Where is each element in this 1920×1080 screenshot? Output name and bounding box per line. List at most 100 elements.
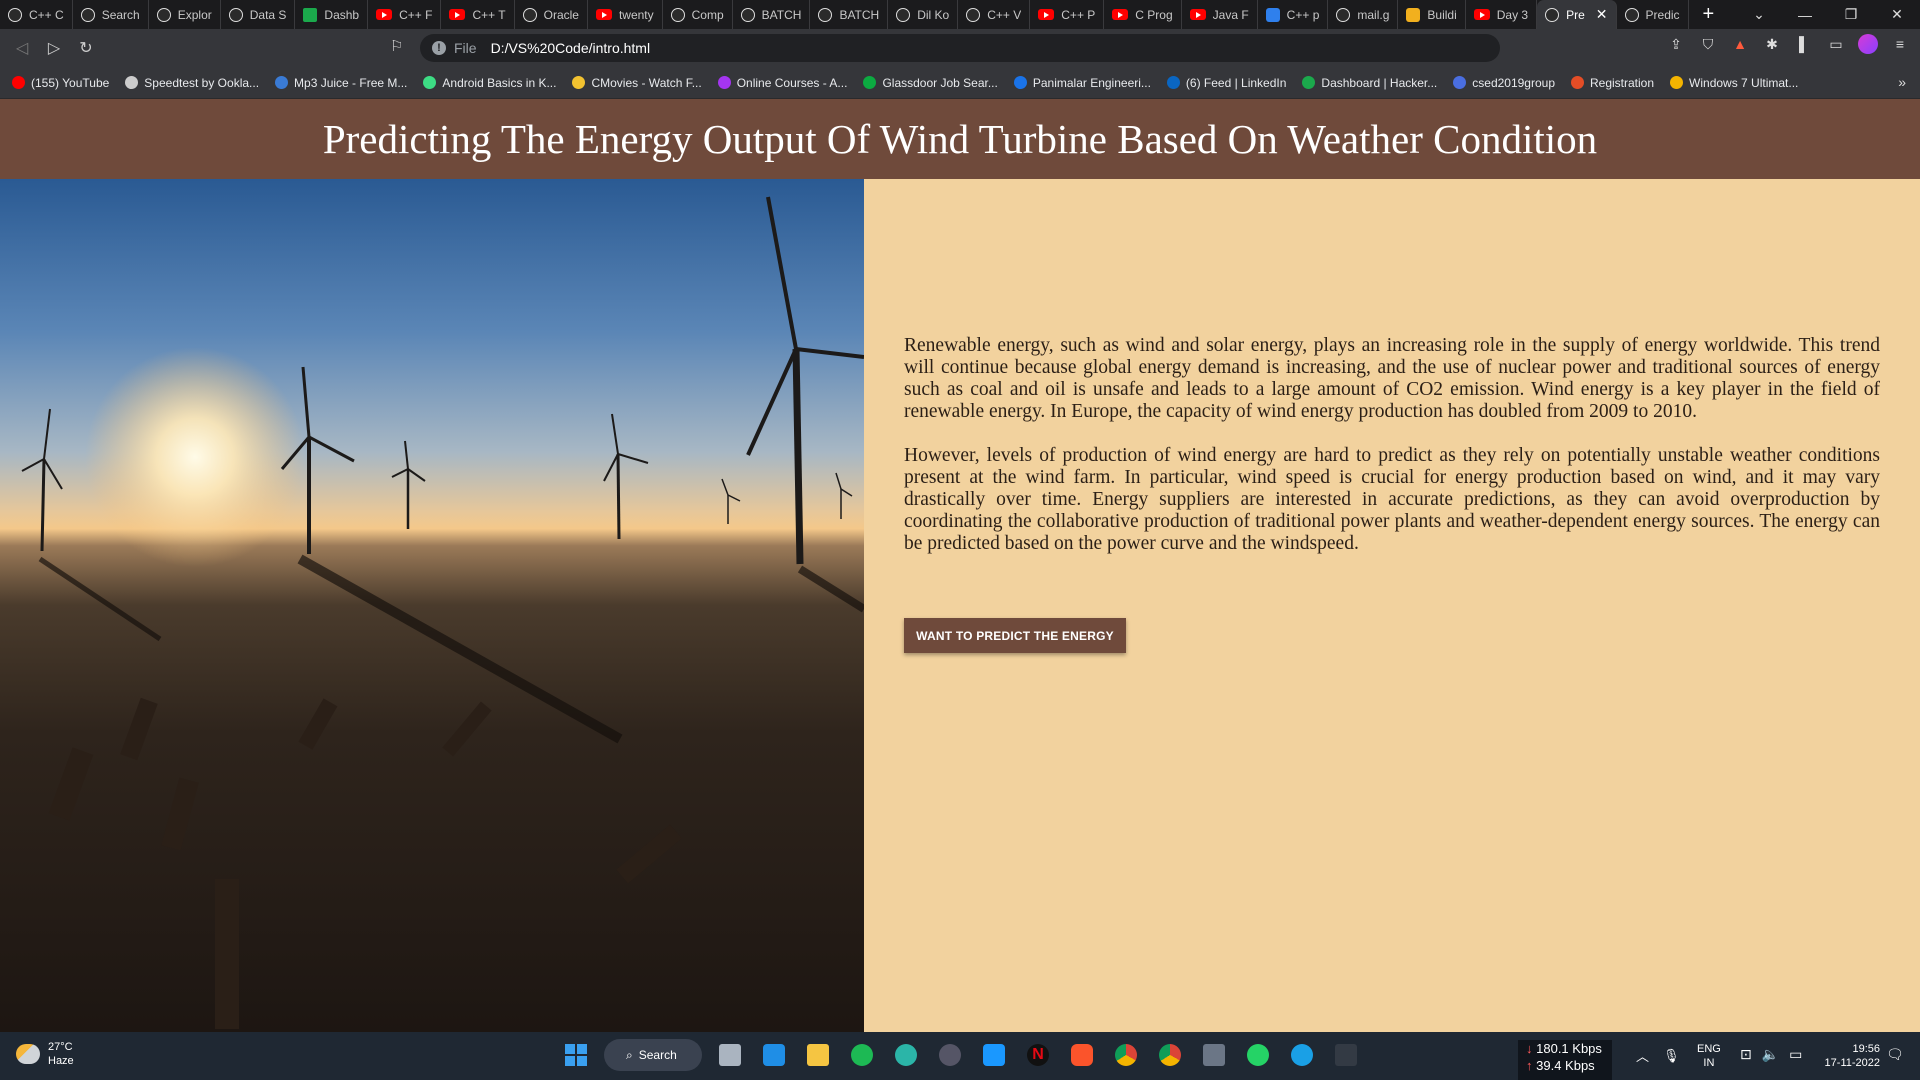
browser-tab[interactable]: Oracle	[515, 0, 588, 29]
browser-tab[interactable]: twenty	[588, 0, 663, 29]
terminal-icon[interactable]	[1330, 1038, 1362, 1072]
browser-tab[interactable]: C Prog	[1104, 0, 1182, 29]
turbine-small-1	[391, 440, 426, 529]
bookmark-item[interactable]: Windows 7 Ultimat...	[1670, 76, 1798, 90]
browser-tab[interactable]: Dashb	[295, 0, 369, 29]
weather-desc: Haze	[48, 1055, 74, 1067]
bookmark-label: Online Courses - A...	[736, 75, 848, 90]
tab-favicon-icon	[303, 7, 318, 22]
restore-icon[interactable]: ❐	[1828, 6, 1874, 23]
sun	[85, 347, 305, 567]
menu-icon[interactable]: ≡	[1890, 34, 1910, 54]
browser-tab[interactable]: Search	[73, 0, 149, 29]
browser-tab[interactable]: BATCH	[810, 0, 889, 29]
browser-tab[interactable]: C++ V	[958, 0, 1031, 29]
weather-widget[interactable]: 27°C Haze	[16, 1040, 74, 1068]
bookmark-item[interactable]: Android Basics in K...	[423, 76, 556, 90]
prime-video-icon[interactable]	[978, 1038, 1010, 1072]
browser-tab[interactable]: Predic	[1617, 0, 1689, 29]
forward-icon[interactable]: ▷	[38, 38, 70, 58]
share-icon[interactable]: ⇪	[1666, 34, 1686, 54]
tab-search-icon[interactable]: ⌄	[1736, 6, 1782, 23]
bookmark-item[interactable]: Panimalar Engineeri...	[1013, 76, 1151, 90]
profile-avatar[interactable]	[1858, 34, 1878, 54]
bookmark-item[interactable]: CMovies - Watch F...	[572, 76, 702, 90]
close-tab-icon[interactable]: ✕	[1596, 6, 1608, 23]
netflix-icon[interactable]: N	[1022, 1038, 1054, 1072]
reload-icon[interactable]: ↻	[70, 38, 102, 58]
browser-tab[interactable]: Dil Ko	[888, 0, 959, 29]
wallet-icon[interactable]: ▭	[1826, 34, 1846, 54]
bookmark-favicon-icon	[1571, 76, 1584, 89]
chrome-profile-icon[interactable]	[1110, 1038, 1142, 1072]
tab-favicon-icon	[1189, 9, 1206, 20]
bookmark-item[interactable]: Dashboard | Hacker...	[1302, 76, 1437, 90]
tab-title: mail.g	[1357, 7, 1390, 22]
file-explorer-icon[interactable]	[802, 1038, 834, 1072]
brave-browser-icon[interactable]	[1066, 1038, 1098, 1072]
bookmark-item[interactable]: Speedtest by Ookla...	[125, 76, 259, 90]
browser-tab[interactable]: BATCH	[733, 0, 811, 29]
chrome-icon[interactable]	[1154, 1038, 1186, 1072]
calculator-icon[interactable]	[1198, 1038, 1230, 1072]
bookmark-favicon-icon	[1013, 76, 1027, 89]
task-view-icon[interactable]	[714, 1038, 746, 1072]
browser-tab[interactable]: mail.g	[1328, 0, 1399, 29]
bookmarks-overflow-icon[interactable]: »	[1898, 74, 1906, 90]
bookmark-item[interactable]: Mp3 Juice - Free M...	[275, 76, 407, 90]
browser-tab[interactable]: Pre ✕	[1537, 0, 1617, 29]
notification-icon[interactable]: 🗨	[1886, 1046, 1904, 1063]
browser-tab[interactable]: Data S	[221, 0, 296, 29]
spotify-icon[interactable]	[846, 1038, 878, 1072]
browser-tab[interactable]: Java F	[1182, 0, 1258, 29]
browser-tab[interactable]: C++ P	[1030, 0, 1105, 29]
browser-tab[interactable]: C++ T	[441, 0, 515, 29]
tab-favicon-icon	[156, 7, 171, 22]
bookmark-icon[interactable]: ⚐	[390, 37, 403, 55]
bookmark-item[interactable]: Online Courses - A...	[717, 75, 848, 90]
start-icon[interactable]	[560, 1038, 592, 1072]
sidebar-icon[interactable]: ▌	[1794, 34, 1814, 54]
edge-icon[interactable]	[1286, 1038, 1318, 1072]
tab-favicon-icon	[740, 7, 755, 22]
browser-tab[interactable]: C++ C	[0, 0, 73, 29]
tab-favicon-icon	[228, 7, 243, 22]
url-text[interactable]: D:/VS%20Code/intro.html	[491, 40, 651, 56]
language-indicator[interactable]: ENG IN	[1697, 1042, 1721, 1070]
close-window-icon[interactable]: ✕	[1874, 6, 1920, 23]
predator-sense-icon[interactable]	[934, 1038, 966, 1072]
edge-dev-icon[interactable]	[890, 1038, 922, 1072]
new-tab-button[interactable]: +	[1703, 3, 1715, 26]
taskbar-search[interactable]: ⌕ Search	[604, 1039, 702, 1071]
browser-tab[interactable]: Buildi	[1398, 0, 1466, 29]
predict-energy-button[interactable]: WANT TO PREDICT THE ENERGY	[904, 618, 1126, 653]
mail-icon[interactable]	[758, 1038, 790, 1072]
bookmark-item[interactable]: Glassdoor Job Sear...	[863, 76, 998, 90]
bookmark-favicon-icon	[1166, 76, 1180, 89]
bookmarks-bar: (155) YouTube Speedtest by Ookla... Mp3 Ju…	[0, 67, 1920, 99]
browser-tab[interactable]: Day 3	[1466, 0, 1538, 29]
bookmark-item[interactable]: Registration	[1571, 76, 1654, 90]
browser-tab[interactable]: C++ F	[368, 0, 442, 29]
chevron-up-icon[interactable]: ︿	[1636, 1046, 1649, 1065]
brave-rewards-icon[interactable]: ▲	[1730, 34, 1750, 54]
browser-tab[interactable]: Explor	[149, 0, 221, 29]
bookmark-item[interactable]: (155) YouTube	[12, 76, 109, 90]
address-bar[interactable]: ! File D:/VS%20Code/intro.html	[420, 34, 1500, 62]
whatsapp-icon[interactable]	[1242, 1038, 1274, 1072]
system-icons[interactable]: ⊡ 🔈 ▭	[1740, 1046, 1802, 1063]
bookmark-item[interactable]: (6) Feed | LinkedIn	[1166, 76, 1286, 90]
microphone-icon[interactable]: 🎙	[1663, 1048, 1680, 1064]
bookmark-favicon-icon	[863, 76, 877, 89]
browser-tab[interactable]: C++ p	[1258, 0, 1329, 29]
extensions-icon[interactable]: ✱	[1762, 34, 1782, 54]
tray-overflow: ︿ 🎙	[1636, 1046, 1680, 1065]
brave-shield-icon[interactable]: ⛉	[1698, 34, 1718, 54]
browser-tab[interactable]: Comp	[663, 0, 733, 29]
site-info-icon[interactable]: !	[432, 41, 446, 55]
bookmark-item[interactable]: csed2019group	[1453, 76, 1555, 90]
volume-icon: 🔈	[1761, 1046, 1780, 1062]
minimize-icon[interactable]: —	[1782, 7, 1828, 23]
clock[interactable]: 19:56 17-11-2022	[1816, 1042, 1880, 1070]
back-icon[interactable]: ◁	[6, 38, 38, 58]
